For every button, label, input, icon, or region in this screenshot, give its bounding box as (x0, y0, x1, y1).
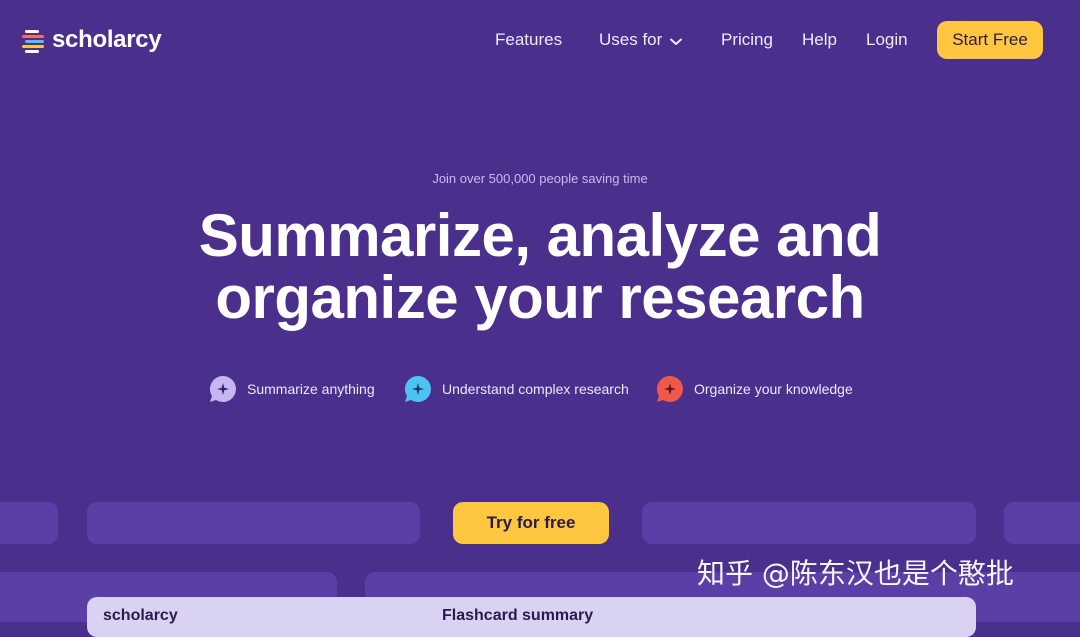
decor-strip (1004, 502, 1080, 544)
nav-help[interactable]: Help (802, 30, 837, 50)
feature-organize: Organize your knowledge (656, 375, 853, 403)
feature-understand: Understand complex research (404, 375, 629, 403)
feature-understand-label: Understand complex research (442, 381, 629, 397)
headline-line-2: organize your research (215, 264, 865, 331)
sparkle-chat-icon (209, 375, 237, 403)
feature-summarize: Summarize anything (209, 375, 375, 403)
sparkle-chat-icon (656, 375, 684, 403)
nav-features[interactable]: Features (495, 30, 562, 50)
app-preview-card: scholarcy Flashcard summary (87, 597, 976, 637)
nav-uses-for-label: Uses for (599, 30, 663, 49)
preview-title: Flashcard summary (442, 607, 594, 624)
feature-list: Summarize anything Understand complex re… (0, 375, 1080, 405)
scholarcy-logo[interactable]: scholarcy (22, 26, 162, 54)
watermark-text: 知乎 @陈东汉也是个憨批 (697, 557, 1014, 590)
sparkle-chat-icon (404, 375, 432, 403)
decor-strip (642, 502, 976, 544)
hero-eyebrow: Join over 500,000 people saving time (432, 171, 648, 186)
chevron-down-icon (670, 31, 683, 51)
preview-logo: scholarcy (103, 607, 178, 624)
hero-headline: Summarize, analyze and organize your res… (0, 205, 1080, 329)
top-nav: scholarcy Features Uses for Pricing Help… (0, 0, 1080, 80)
try-for-free-button[interactable]: Try for free (453, 502, 609, 544)
headline-line-1: Summarize, analyze and (198, 202, 882, 269)
start-free-button[interactable]: Start Free (937, 21, 1043, 59)
nav-uses-for[interactable]: Uses for (599, 30, 683, 51)
nav-pricing[interactable]: Pricing (721, 30, 773, 50)
logo-stripes-icon (22, 28, 46, 53)
decor-strip (87, 502, 420, 544)
decor-strip (0, 502, 58, 544)
feature-summarize-label: Summarize anything (247, 381, 375, 397)
feature-organize-label: Organize your knowledge (694, 381, 853, 397)
logo-text: scholarcy (52, 26, 162, 53)
nav-login[interactable]: Login (866, 30, 908, 50)
